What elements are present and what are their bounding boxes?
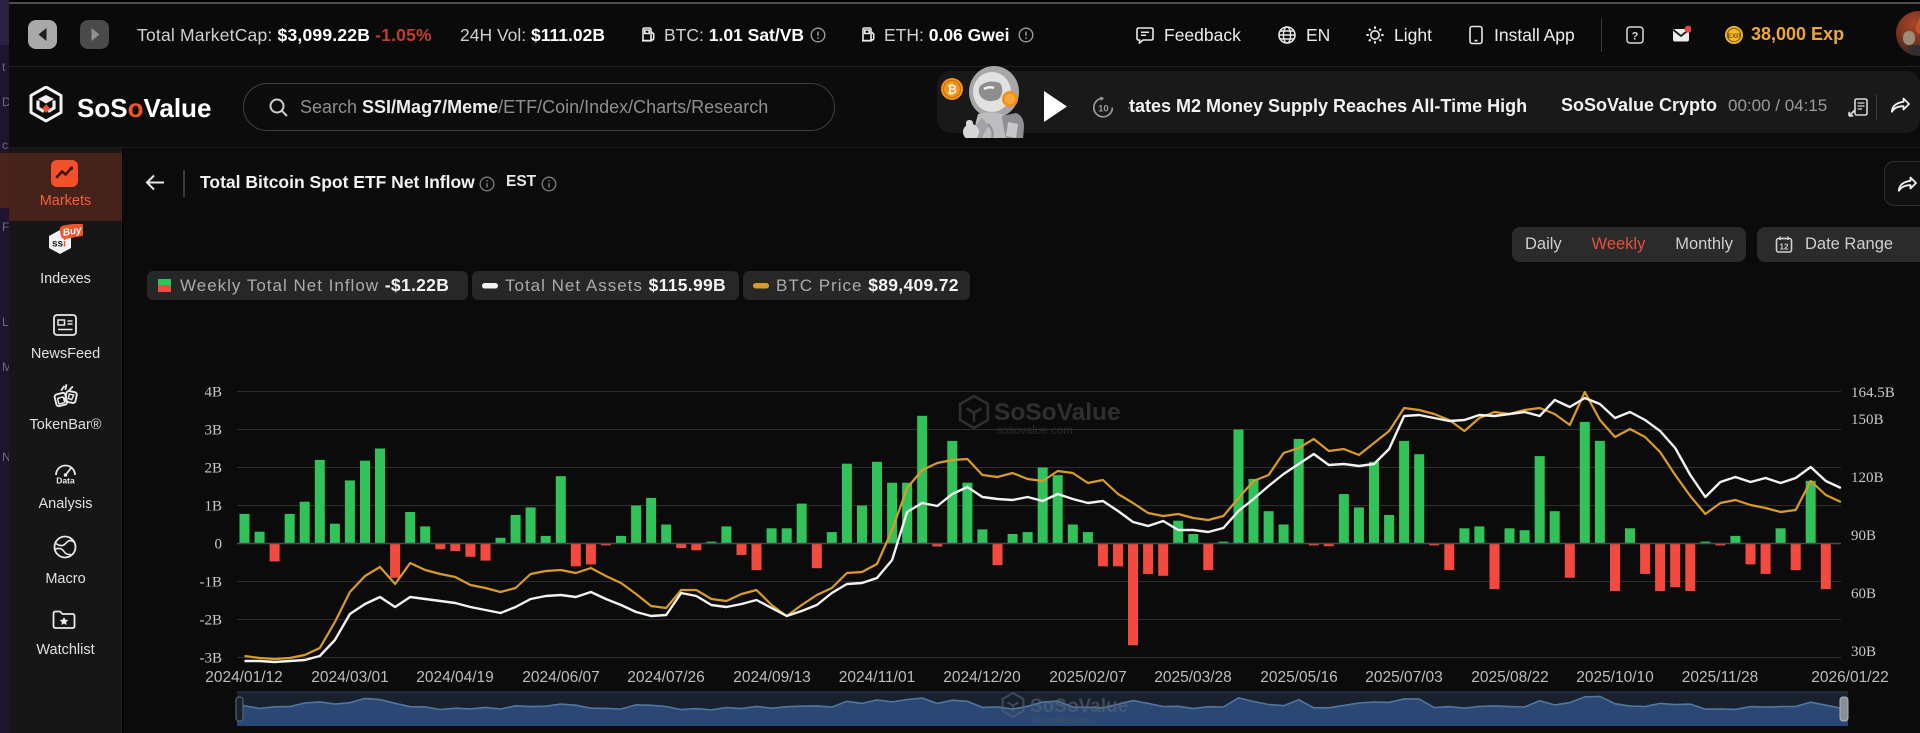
svg-text:2025/11/28: 2025/11/28 <box>1682 669 1758 686</box>
svg-text:90B: 90B <box>1851 528 1876 544</box>
svg-text:-1B: -1B <box>200 575 223 591</box>
svg-text:sosovalue.com: sosovalue.com <box>1031 715 1091 725</box>
svg-text:2024/06/07: 2024/06/07 <box>522 669 600 686</box>
svg-text:-3B: -3B <box>200 651 223 667</box>
svg-text:SoSoValue: SoSoValue <box>994 399 1121 426</box>
svg-text:2024/01/12: 2024/01/12 <box>205 669 283 686</box>
svg-text:2024/03/01: 2024/03/01 <box>311 669 389 686</box>
svg-text:164.5B: 164.5B <box>1851 385 1895 401</box>
svg-text:sosovalue.com: sosovalue.com <box>996 425 1073 437</box>
svg-text:2024/04/19: 2024/04/19 <box>416 669 494 686</box>
svg-text:SoSoValue: SoSoValue <box>1030 696 1128 717</box>
svg-text:2025/08/22: 2025/08/22 <box>1471 669 1549 686</box>
svg-text:2025/10/10: 2025/10/10 <box>1576 669 1654 686</box>
svg-text:0: 0 <box>215 537 223 553</box>
svg-text:-2B: -2B <box>200 613 223 629</box>
svg-text:3B: 3B <box>204 423 222 439</box>
svg-text:2024/07/26: 2024/07/26 <box>627 669 705 686</box>
svg-text:2026/01/22: 2026/01/22 <box>1811 669 1889 686</box>
svg-text:30B: 30B <box>1851 644 1876 660</box>
svg-text:2025/07/03: 2025/07/03 <box>1365 669 1443 686</box>
svg-text:120B: 120B <box>1851 470 1884 486</box>
svg-text:2024/12/20: 2024/12/20 <box>943 669 1021 686</box>
svg-text:4B: 4B <box>204 385 222 401</box>
svg-text:2025/02/07: 2025/02/07 <box>1049 669 1127 686</box>
svg-text:2B: 2B <box>204 461 222 477</box>
svg-text:2025/03/28: 2025/03/28 <box>1154 669 1232 686</box>
svg-text:60B: 60B <box>1851 586 1876 602</box>
svg-text:2024/09/13: 2024/09/13 <box>733 669 811 686</box>
svg-text:150B: 150B <box>1851 412 1884 428</box>
svg-text:2025/05/16: 2025/05/16 <box>1260 669 1338 686</box>
svg-text:2024/11/01: 2024/11/01 <box>839 669 915 686</box>
svg-text:1B: 1B <box>204 499 222 515</box>
